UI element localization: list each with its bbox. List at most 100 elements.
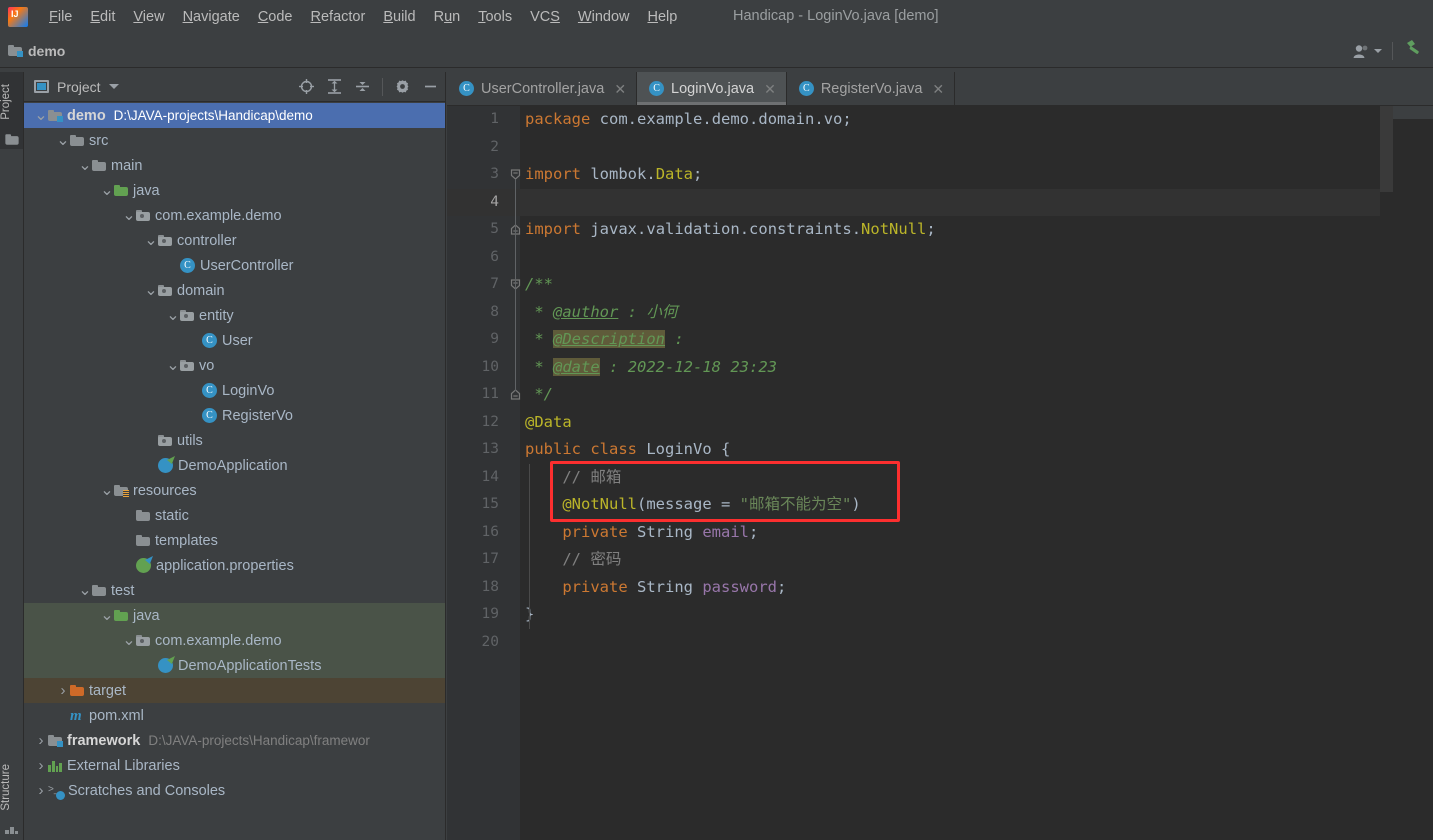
code-editor[interactable]: 1 package com.example.demo.domain.vo; 2 3 im… bbox=[447, 106, 1433, 840]
tree-node-controller[interactable]: ⌄ controller bbox=[24, 228, 445, 253]
code-line-2[interactable]: 2 bbox=[447, 134, 1380, 162]
chevron-down-icon[interactable]: ⌄ bbox=[166, 307, 180, 323]
chevron-down-icon[interactable]: ⌄ bbox=[144, 282, 158, 298]
code-line-6[interactable]: 6 bbox=[447, 244, 1380, 272]
tree-node-java[interactable]: ⌄ java bbox=[24, 603, 445, 628]
menu-item-edit[interactable]: Edit bbox=[81, 6, 124, 28]
code-lines[interactable]: 1 package com.example.demo.domain.vo; 2 3 im… bbox=[447, 106, 1380, 840]
chevron-down-icon[interactable]: ⌄ bbox=[34, 107, 48, 123]
chevron-down-icon[interactable]: ⌄ bbox=[144, 232, 158, 248]
code-line-11[interactable]: 11 */ bbox=[447, 381, 1380, 409]
tree-node-framework[interactable]: › framework D:\JAVA-projects\Handicap\fram… bbox=[24, 728, 445, 753]
code-line-20[interactable]: 20 bbox=[447, 629, 1380, 657]
code-line-3[interactable]: 3 import lombok.Data; bbox=[447, 161, 1380, 189]
fold-end-icon[interactable] bbox=[510, 389, 521, 400]
code-line-5[interactable]: 5 import javax.validation.constraints.Not… bbox=[447, 216, 1380, 244]
tree-node-demoapplication[interactable]: DemoApplication bbox=[24, 453, 445, 478]
tree-node-scratches-and-consoles[interactable]: › >_ Scratches and Consoles bbox=[24, 778, 445, 803]
tree-node-target[interactable]: › target bbox=[24, 678, 445, 703]
fold-end-icon[interactable] bbox=[510, 224, 521, 235]
sidebar-item-project[interactable]: Project bbox=[0, 78, 23, 126]
menu-item-build[interactable]: Build bbox=[374, 6, 424, 28]
tree-node-external-libraries[interactable]: › External Libraries bbox=[24, 753, 445, 778]
editor-right-gutter[interactable] bbox=[1380, 106, 1433, 840]
chevron-down-icon[interactable]: ⌄ bbox=[100, 482, 114, 498]
chevron-down-icon[interactable]: ⌄ bbox=[78, 157, 92, 173]
chevron-down-icon[interactable]: ⌄ bbox=[100, 182, 114, 198]
menu-item-refactor[interactable]: Refactor bbox=[302, 6, 375, 28]
tree-node-vo[interactable]: ⌄ vo bbox=[24, 353, 445, 378]
close-icon[interactable]: ✕ bbox=[932, 82, 944, 96]
code-line-17[interactable]: 17 // 密码 bbox=[447, 546, 1380, 574]
tree-node-registervo[interactable]: C RegisterVo bbox=[24, 403, 445, 428]
chevron-down-icon[interactable]: ⌄ bbox=[100, 607, 114, 623]
close-icon[interactable]: ✕ bbox=[764, 82, 776, 96]
editor-tab-loginvo-java[interactable]: C LoginVo.java ✕ bbox=[637, 72, 787, 105]
collapse-all-icon[interactable] bbox=[354, 78, 371, 95]
hide-panel-icon[interactable] bbox=[422, 78, 439, 95]
code-line-4[interactable]: 4 bbox=[447, 188, 1380, 216]
code-line-9[interactable]: 9 * @Description : bbox=[447, 326, 1380, 354]
editor-tab-usercontroller-java[interactable]: C UserController.java ✕ bbox=[447, 72, 638, 105]
code-line-8[interactable]: 8 * @author : 小何 bbox=[447, 299, 1380, 327]
menu-item-tools[interactable]: Tools bbox=[469, 6, 521, 28]
tree-node-resources[interactable]: ⌄ resources bbox=[24, 478, 445, 503]
menu-item-file[interactable]: File bbox=[40, 6, 81, 28]
chevron-right-icon[interactable]: › bbox=[34, 757, 48, 774]
tree-node-pom-xml[interactable]: m pom.xml bbox=[24, 703, 445, 728]
tree-node-com-example-demo[interactable]: ⌄ com.example.demo bbox=[24, 203, 445, 228]
tree-node-demo[interactable]: ⌄ demo D:\JAVA-projects\Handicap\demo bbox=[24, 103, 445, 128]
tree-node-src[interactable]: ⌄ src bbox=[24, 128, 445, 153]
user-account-icon[interactable] bbox=[1353, 44, 1382, 59]
fold-collapse-icon[interactable] bbox=[510, 169, 521, 180]
tree-node-loginvo[interactable]: C LoginVo bbox=[24, 378, 445, 403]
chevron-right-icon[interactable]: › bbox=[34, 782, 48, 799]
menu-item-run[interactable]: Run bbox=[425, 6, 470, 28]
tree-node-user[interactable]: C User bbox=[24, 328, 445, 353]
code-line-15[interactable]: 15 @NotNull(message = "邮箱不能为空") bbox=[447, 491, 1380, 519]
menu-item-navigate[interactable]: Navigate bbox=[174, 6, 249, 28]
tree-node-templates[interactable]: templates bbox=[24, 528, 445, 553]
breadcrumb-demo[interactable]: demo bbox=[8, 43, 65, 59]
tree-node-entity[interactable]: ⌄ entity bbox=[24, 303, 445, 328]
chevron-right-icon[interactable]: › bbox=[56, 682, 70, 699]
tree-node-static[interactable]: static bbox=[24, 503, 445, 528]
tree-node-application-properties[interactable]: application.properties bbox=[24, 553, 445, 578]
chevron-down-icon[interactable]: ⌄ bbox=[122, 632, 136, 648]
tree-node-domain[interactable]: ⌄ domain bbox=[24, 278, 445, 303]
chevron-down-icon[interactable]: ⌄ bbox=[78, 582, 92, 598]
menu-item-code[interactable]: Code bbox=[249, 6, 302, 28]
chevron-down-icon[interactable]: ⌄ bbox=[56, 132, 70, 148]
tree-node-test[interactable]: ⌄ test bbox=[24, 578, 445, 603]
hammer-build-icon[interactable] bbox=[1403, 38, 1425, 65]
chevron-right-icon[interactable]: › bbox=[34, 732, 48, 749]
tree-node-utils[interactable]: utils bbox=[24, 428, 445, 453]
code-line-13[interactable]: 13 public class LoginVo { bbox=[447, 436, 1380, 464]
menu-item-vcs[interactable]: VCS bbox=[521, 6, 569, 28]
menu-item-view[interactable]: View bbox=[124, 6, 173, 28]
expand-all-icon[interactable] bbox=[326, 78, 343, 95]
fold-collapse-icon[interactable] bbox=[510, 279, 521, 290]
menu-item-window[interactable]: Window bbox=[569, 6, 639, 28]
code-line-18[interactable]: 18 private String password; bbox=[447, 574, 1380, 602]
tree-node-com-example-demo[interactable]: ⌄ com.example.demo bbox=[24, 628, 445, 653]
tree-node-usercontroller[interactable]: C UserController bbox=[24, 253, 445, 278]
code-line-19[interactable]: 19} bbox=[447, 601, 1380, 629]
tree-node-java[interactable]: ⌄ java bbox=[24, 178, 445, 203]
project-tree[interactable]: ⌄ demo D:\JAVA-projects\Handicap\demo ⌄ src ⌄… bbox=[24, 102, 445, 840]
editor-scrollbar-thumb[interactable] bbox=[1380, 106, 1393, 192]
sidebar-item-structure[interactable]: Structure bbox=[0, 758, 23, 817]
close-icon[interactable]: ✕ bbox=[614, 82, 626, 96]
chevron-down-icon[interactable]: ⌄ bbox=[122, 207, 136, 223]
code-line-1[interactable]: 1 package com.example.demo.domain.vo; bbox=[447, 106, 1380, 134]
code-line-12[interactable]: 12 @Data bbox=[447, 409, 1380, 437]
code-line-16[interactable]: 16 private String email; bbox=[447, 519, 1380, 547]
chevron-down-icon[interactable] bbox=[108, 84, 119, 89]
tree-node-main[interactable]: ⌄ main bbox=[24, 153, 445, 178]
code-line-10[interactable]: 10 * @date : 2022-12-18 23:23 bbox=[447, 354, 1380, 382]
gear-settings-icon[interactable] bbox=[394, 78, 411, 95]
select-opened-file-icon[interactable] bbox=[298, 78, 315, 95]
tree-node-demoapplicationtests[interactable]: DemoApplicationTests bbox=[24, 653, 445, 678]
menu-item-help[interactable]: Help bbox=[638, 6, 686, 28]
chevron-down-icon[interactable]: ⌄ bbox=[166, 357, 180, 373]
